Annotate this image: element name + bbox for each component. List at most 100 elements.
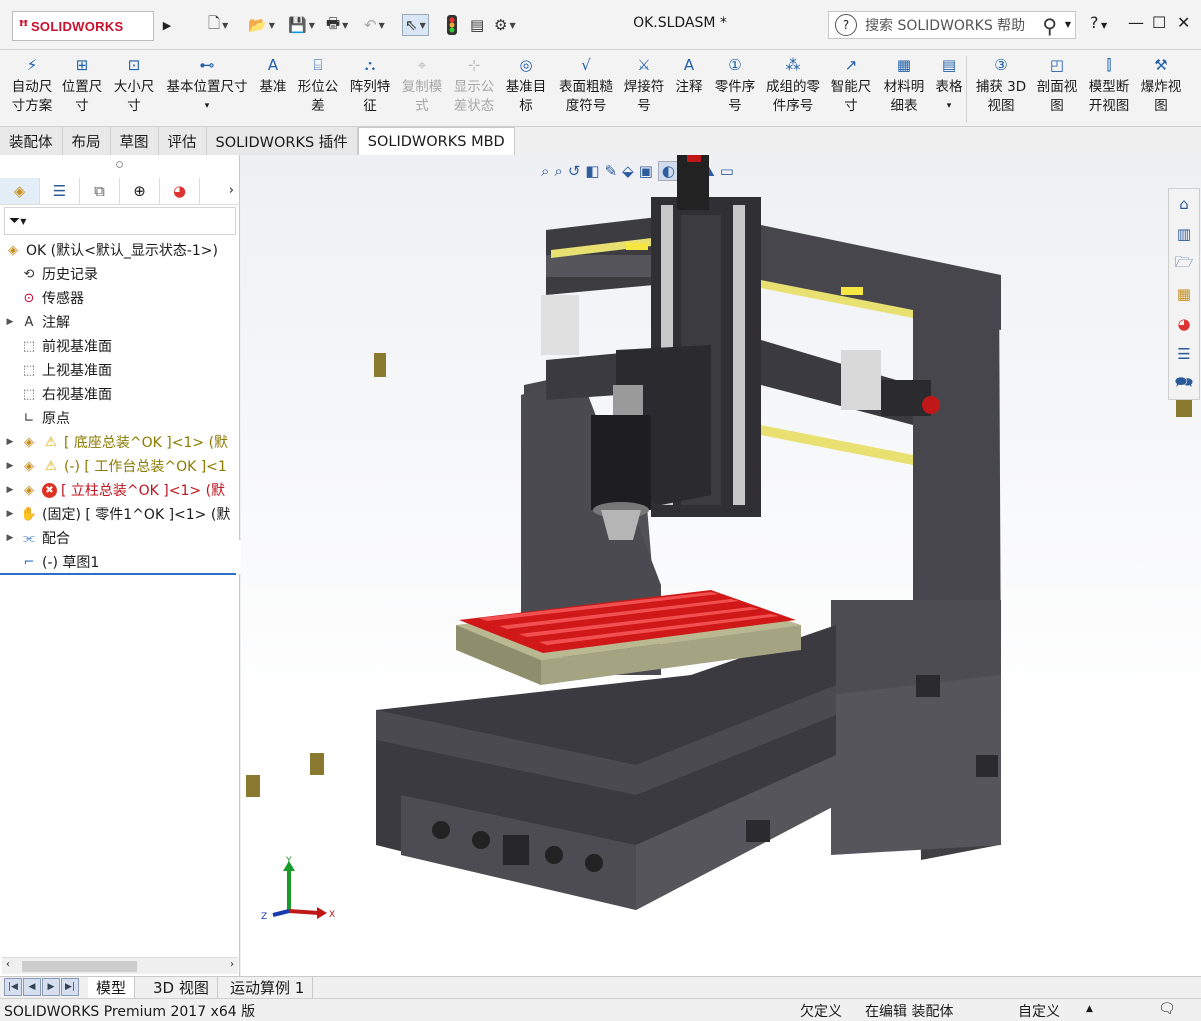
appearances-tab[interactable]: ◕ bbox=[1169, 309, 1199, 339]
save-button[interactable]: 💾 ▼ bbox=[288, 14, 315, 36]
minimize-button[interactable]: — bbox=[1128, 13, 1144, 32]
auto-dimension-button[interactable]: ⚡ 自动尺 寸方案 bbox=[8, 54, 56, 116]
expand-arrow-icon[interactable]: ▶ bbox=[0, 485, 20, 495]
solidworks-logo[interactable]: ꟸ SOLIDWORKS bbox=[12, 11, 154, 41]
tree-item[interactable]: ⌐ (-) 草图1 bbox=[0, 550, 100, 574]
copy-scheme-button[interactable]: ⌖ 复制模式 bbox=[400, 54, 444, 116]
new-document-button[interactable]: 🗋 ▼ bbox=[208, 14, 228, 36]
units-dropdown-icon[interactable]: ▲ bbox=[1086, 1004, 1093, 1014]
tree-item[interactable]: ▶ ◈ ⚠ (-) [ 工作台总装^OK ]<1 bbox=[0, 454, 227, 478]
design-library-tab[interactable]: ▥ bbox=[1169, 219, 1199, 249]
panel-grip-icon[interactable] bbox=[116, 161, 123, 168]
tab-3d-views[interactable]: 3D 视图 bbox=[145, 977, 218, 998]
tree-item[interactable]: ⊙ 传感器 bbox=[0, 286, 84, 310]
maximize-button[interactable]: ☐ bbox=[1152, 13, 1166, 32]
rollback-bar[interactable] bbox=[0, 573, 236, 575]
expand-arrow-icon[interactable]: ▶ bbox=[0, 317, 20, 327]
tree-root[interactable]: ◈ OK (默认<默认_显示状态-1>) bbox=[4, 238, 218, 262]
dimxpert-tab[interactable]: ⊕ bbox=[120, 177, 160, 204]
tree-item[interactable]: ⬚ 前视基准面 bbox=[0, 334, 112, 358]
section-view-button[interactable]: ◰ 剖面视图 bbox=[1034, 54, 1080, 116]
tab-assembly[interactable]: 装配体 bbox=[0, 127, 63, 155]
help-button[interactable]: ? ▼ bbox=[1090, 13, 1107, 32]
menu-expand-icon[interactable]: ▶ bbox=[160, 14, 174, 36]
more-tabs-icon[interactable]: › bbox=[200, 183, 240, 198]
undo-button[interactable]: ↶ ▼ bbox=[364, 14, 385, 36]
scroll-left-icon[interactable]: ‹ bbox=[6, 959, 10, 970]
exploded-view-button[interactable]: ⚒ 爆炸视图 bbox=[1138, 54, 1184, 116]
custom-properties-tab[interactable]: ☰ bbox=[1169, 339, 1199, 369]
search-input[interactable]: 搜索 SOLIDWORKS 帮助 bbox=[865, 15, 1025, 35]
display-manager-tab[interactable]: ◕ bbox=[160, 177, 200, 204]
tree-item[interactable]: ▶ ⫘ 配合 bbox=[0, 526, 70, 550]
chevron-down-icon[interactable]: ▾ bbox=[205, 97, 210, 116]
search-box[interactable]: ? 搜索 SOLIDWORKS 帮助 ⚲ ▼ bbox=[828, 11, 1076, 39]
previous-tab-icon[interactable]: ◀ bbox=[23, 978, 41, 996]
property-manager-tab[interactable]: ☰ bbox=[40, 177, 80, 204]
next-tab-icon[interactable]: ▶ bbox=[42, 978, 60, 996]
expand-arrow-icon[interactable]: ▶ bbox=[0, 509, 20, 519]
tab-addins[interactable]: SOLIDWORKS 插件 bbox=[206, 127, 358, 155]
chevron-down-icon[interactable]: ▼ bbox=[1065, 20, 1071, 29]
open-button[interactable]: 📂 ▼ bbox=[248, 14, 275, 36]
balloon-button[interactable]: ① 零件序号 bbox=[710, 54, 760, 116]
search-icon[interactable]: ⚲ bbox=[1042, 14, 1057, 38]
smart-dimension-button[interactable]: ↗ 智能尺寸 bbox=[828, 54, 874, 116]
scrollbar-thumb[interactable] bbox=[22, 961, 137, 972]
tab-evaluate[interactable]: 评估 bbox=[158, 127, 207, 155]
tree-item[interactable]: ⟲ 历史记录 bbox=[0, 262, 98, 286]
weld-symbol-button[interactable]: ⚔ 焊接符号 bbox=[622, 54, 666, 116]
datum-button[interactable]: A 基准 bbox=[258, 54, 288, 97]
tab-motion-study[interactable]: 运动算例 1 bbox=[222, 977, 314, 998]
rebuild-button[interactable] bbox=[446, 14, 458, 36]
model-break-view-button[interactable]: ⫿ 模型断 开视图 bbox=[1086, 54, 1132, 116]
pattern-feature-button[interactable]: ⛬ 阵列特征 bbox=[348, 54, 392, 116]
table-button[interactable]: ▤ 表格 ▾ bbox=[932, 54, 966, 116]
expand-arrow-icon[interactable]: ▶ bbox=[0, 437, 20, 447]
print-button[interactable]: 🖶 ▼ bbox=[326, 14, 348, 36]
scroll-right-icon[interactable]: › bbox=[230, 959, 234, 970]
bom-button[interactable]: ▦ 材料明 细表 bbox=[880, 54, 928, 116]
capture-3d-view-button[interactable]: ③ 捕获 3D 视图 bbox=[975, 54, 1027, 116]
chevron-down-icon[interactable]: ▾ bbox=[947, 97, 952, 116]
surface-finish-button[interactable]: √ 表面粗糙 度符号 bbox=[556, 54, 616, 116]
tab-mbd[interactable]: SOLIDWORKS MBD bbox=[357, 127, 515, 155]
tab-model[interactable]: 模型 bbox=[88, 977, 136, 998]
horizontal-scrollbar[interactable]: ‹ › bbox=[2, 957, 238, 974]
unit-system[interactable]: 自定义 bbox=[1018, 1001, 1060, 1021]
basic-location-dimension-button[interactable]: ⊷ 基本位置尺寸 ▾ bbox=[164, 54, 250, 116]
tab-sketch[interactable]: 草图 bbox=[110, 127, 159, 155]
size-dimension-button[interactable]: ⊡ 大小尺寸 bbox=[112, 54, 156, 116]
expand-arrow-icon[interactable]: ▶ bbox=[0, 461, 20, 471]
datum-target-button[interactable]: ◎ 基准目标 bbox=[504, 54, 548, 116]
tree-item[interactable]: ▶ ◈ ✖[ 立柱总装^OK ]<1> (默 bbox=[0, 478, 225, 502]
location-dimension-button[interactable]: ⊞ 位置尺寸 bbox=[60, 54, 104, 116]
options-button[interactable]: ⚙ ▼ bbox=[494, 14, 516, 36]
show-tolerance-status-button[interactable]: ⊹ 显示公 差状态 bbox=[452, 54, 496, 116]
first-tab-icon[interactable]: |◀ bbox=[4, 978, 22, 996]
tree-item[interactable]: ▶ ✋ (固定) [ 零件1^OK ]<1> (默 bbox=[0, 502, 231, 526]
forum-tab[interactable]: 🗪 bbox=[1169, 369, 1199, 399]
last-tab-icon[interactable]: ▶| bbox=[61, 978, 79, 996]
tab-layout[interactable]: 布局 bbox=[62, 127, 111, 155]
select-button[interactable]: ⇖ ▼ bbox=[402, 14, 429, 36]
note-button[interactable]: A 注释 bbox=[674, 54, 704, 97]
stacked-balloon-button[interactable]: ⁂ 成组的零 件序号 bbox=[764, 54, 822, 116]
solidworks-resources-tab[interactable]: ⌂ bbox=[1169, 189, 1199, 219]
expand-arrow-icon[interactable]: ▶ bbox=[0, 533, 20, 543]
configuration-manager-tab[interactable]: ⧉ bbox=[80, 177, 120, 204]
tree-item[interactable]: ∟ 原点 bbox=[0, 406, 70, 430]
graphics-area[interactable]: ⌕ ⌕ ↺ ◧ ✎ ⬙ ▣ ◐ ◕ ⛰ ▭ ◫ ◫ ❐ ✕ bbox=[241, 155, 1201, 976]
close-button[interactable]: ✕ bbox=[1177, 13, 1190, 32]
tree-item[interactable]: ⬚ 上视基准面 bbox=[0, 358, 112, 382]
tree-item[interactable]: ▶ ◈ ⚠ [ 底座总装^OK ]<1> (默 bbox=[0, 430, 229, 454]
tree-filter[interactable]: ⏷ ▼ bbox=[4, 207, 236, 235]
file-explorer-tab[interactable]: 🗁 bbox=[1169, 249, 1199, 279]
cnc-machine-model[interactable] bbox=[241, 155, 1201, 976]
feature-tree-tab[interactable]: ◈ bbox=[0, 177, 40, 204]
view-palette-tab[interactable]: ▦ bbox=[1169, 279, 1199, 309]
geometric-tolerance-button[interactable]: ⌸ 形位公差 bbox=[296, 54, 340, 116]
status-tooltip-icon[interactable]: 🗨 bbox=[1158, 1001, 1176, 1017]
file-properties-button[interactable]: ▤ bbox=[470, 14, 484, 36]
tree-item[interactable]: ▶ A 注解 bbox=[0, 310, 70, 334]
